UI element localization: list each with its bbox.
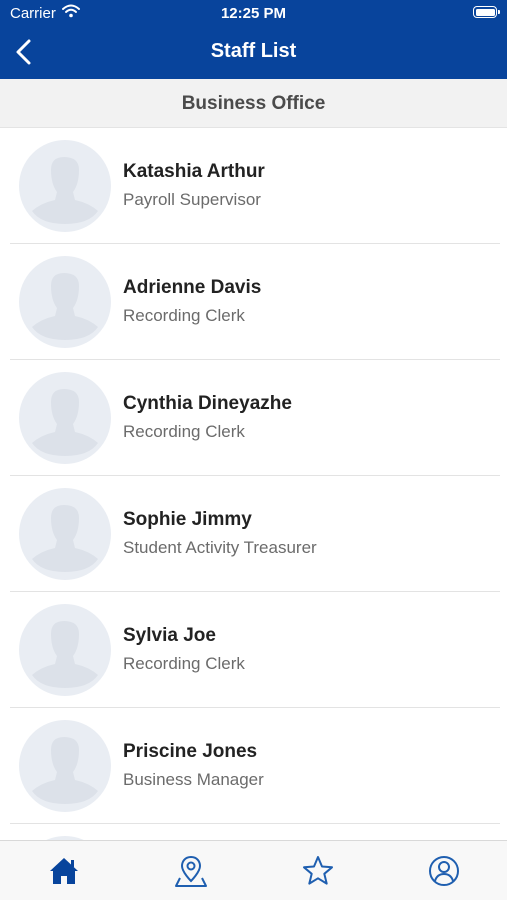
clock-time: 12:25 PM (220, 5, 287, 22)
page-title: Staff List (210, 40, 297, 62)
staff-row[interactable]: Adrienne Davis Recording Clerk (0, 244, 507, 360)
staff-title: Student Activity Treasurer (123, 538, 317, 557)
staff-title: Recording Clerk (123, 654, 245, 673)
navigation-header: Carrier 12:25 PM Staff List (0, 0, 507, 79)
status-bar: Carrier 12:25 PM (0, 0, 507, 28)
section-header: Business Office (0, 79, 507, 128)
avatar (19, 372, 111, 464)
person-placeholder-icon (19, 488, 111, 580)
person-placeholder-icon (19, 256, 111, 348)
tab-home[interactable] (44, 851, 84, 891)
user-profile-icon (429, 856, 459, 886)
staff-row[interactable]: Sylvia Joe Recording Clerk (0, 592, 507, 708)
tab-profile[interactable] (424, 851, 464, 891)
staff-title: Recording Clerk (123, 306, 245, 325)
staff-name: Priscine Jones (123, 741, 258, 762)
staff-row[interactable]: Sophie Jimmy Student Activity Treasurer (0, 476, 507, 592)
staff-list[interactable]: Katashia Arthur Payroll Supervisor Adrie… (0, 128, 507, 840)
avatar (19, 604, 111, 696)
staff-row[interactable]: Priscine Jones Business Manager (0, 708, 507, 824)
staff-name: Sylvia Joe (123, 625, 216, 646)
tab-favorites[interactable] (298, 851, 338, 891)
staff-row[interactable] (0, 824, 507, 840)
avatar (19, 720, 111, 812)
star-icon (303, 856, 333, 885)
staff-title: Recording Clerk (123, 422, 245, 441)
battery-icon (473, 6, 500, 18)
staff-title: Business Manager (123, 770, 264, 789)
staff-row[interactable]: Katashia Arthur Payroll Supervisor (0, 128, 507, 244)
staff-name: Adrienne Davis (123, 277, 262, 298)
person-placeholder-icon (19, 372, 111, 464)
staff-name: Sophie Jimmy (123, 509, 252, 530)
staff-row[interactable]: Cynthia Dineyazhe Recording Clerk (0, 360, 507, 476)
tab-locations[interactable] (171, 851, 211, 891)
staff-name: Katashia Arthur (123, 161, 265, 182)
person-placeholder-icon (19, 140, 111, 232)
tab-bar (0, 840, 507, 900)
staff-name: Cynthia Dineyazhe (123, 393, 292, 414)
staff-title: Payroll Supervisor (123, 190, 261, 209)
person-placeholder-icon (19, 604, 111, 696)
avatar (19, 488, 111, 580)
person-placeholder-icon (19, 720, 111, 812)
home-icon (50, 858, 78, 884)
avatar (19, 256, 111, 348)
location-pin-icon (175, 855, 207, 887)
avatar (19, 140, 111, 232)
